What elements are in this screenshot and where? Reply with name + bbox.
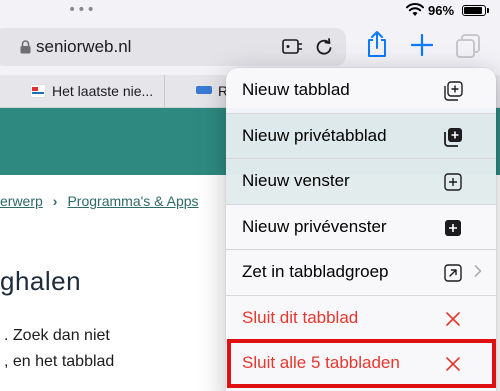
menu-item-label: Nieuw venster	[242, 171, 350, 190]
menu-item-new-tab[interactable]: Nieuw tabblad	[226, 68, 496, 114]
menu-item-label: Sluit dit tabblad	[242, 307, 359, 327]
page-title: ghalen	[0, 266, 82, 296]
chevron-right-icon	[474, 265, 482, 277]
breadcrumb: erwerp › Programma's & Apps	[0, 193, 199, 209]
private-window-icon	[445, 219, 461, 236]
menu-item-new-window[interactable]: Nieuw venster	[226, 159, 496, 205]
menu-item-label: Zet in tabbladgroep	[242, 262, 389, 281]
extensions-icon[interactable]	[282, 38, 304, 56]
highlight-box	[227, 339, 496, 388]
menu-item-new-private-window[interactable]: Nieuw privévenster	[226, 205, 496, 250]
menu-item-move-to-tab-group[interactable]: Zet in tabbladgroep	[226, 250, 496, 296]
new-tab-plus-icon[interactable]	[411, 34, 433, 56]
reload-icon[interactable]	[314, 37, 334, 57]
breadcrumb-link[interactable]: erwerp	[0, 193, 43, 209]
menu-item-label: Nieuw privévenster	[242, 216, 387, 236]
body-text: , en het tabblad	[4, 353, 115, 370]
battery-tip	[487, 8, 489, 13]
battery-icon	[462, 5, 486, 16]
menu-item-label: Nieuw tabblad	[242, 80, 350, 99]
tab-overview-icon[interactable]	[456, 34, 480, 58]
favicon-icon	[30, 84, 46, 98]
private-tab-icon	[444, 127, 462, 147]
menu-item-close-this-tab[interactable]: Sluit dit tabblad	[226, 296, 496, 341]
battery-percentage: 96%	[428, 3, 455, 18]
tab-title: Het laatste nie...	[52, 83, 154, 99]
breadcrumb-link[interactable]: Programma's & Apps	[67, 193, 198, 209]
status-bar: ••• 96%	[0, 0, 500, 20]
menu-item-label: Nieuw privétabblad	[242, 125, 387, 145]
new-window-icon	[444, 173, 462, 191]
body-text: . Zoek dan niet	[4, 327, 110, 344]
breadcrumb-separator-icon: ›	[52, 193, 58, 209]
favicon-icon	[196, 86, 212, 94]
close-icon	[446, 311, 460, 326]
share-icon[interactable]	[366, 30, 388, 58]
tab-item[interactable]: Het laatste nie...	[0, 75, 165, 108]
multitasking-dots[interactable]: •••	[68, 2, 96, 18]
lock-icon	[20, 40, 31, 54]
wifi-icon	[406, 3, 424, 16]
address-bar[interactable]: seniorweb.nl	[0, 28, 346, 66]
move-to-group-icon	[444, 264, 462, 282]
browser-toolbar: seniorweb.nl	[0, 20, 500, 75]
url-text[interactable]: seniorweb.nl	[36, 37, 131, 57]
menu-item-new-private-tab[interactable]: Nieuw privétabblad	[226, 113, 496, 159]
new-tab-icon	[444, 81, 463, 101]
